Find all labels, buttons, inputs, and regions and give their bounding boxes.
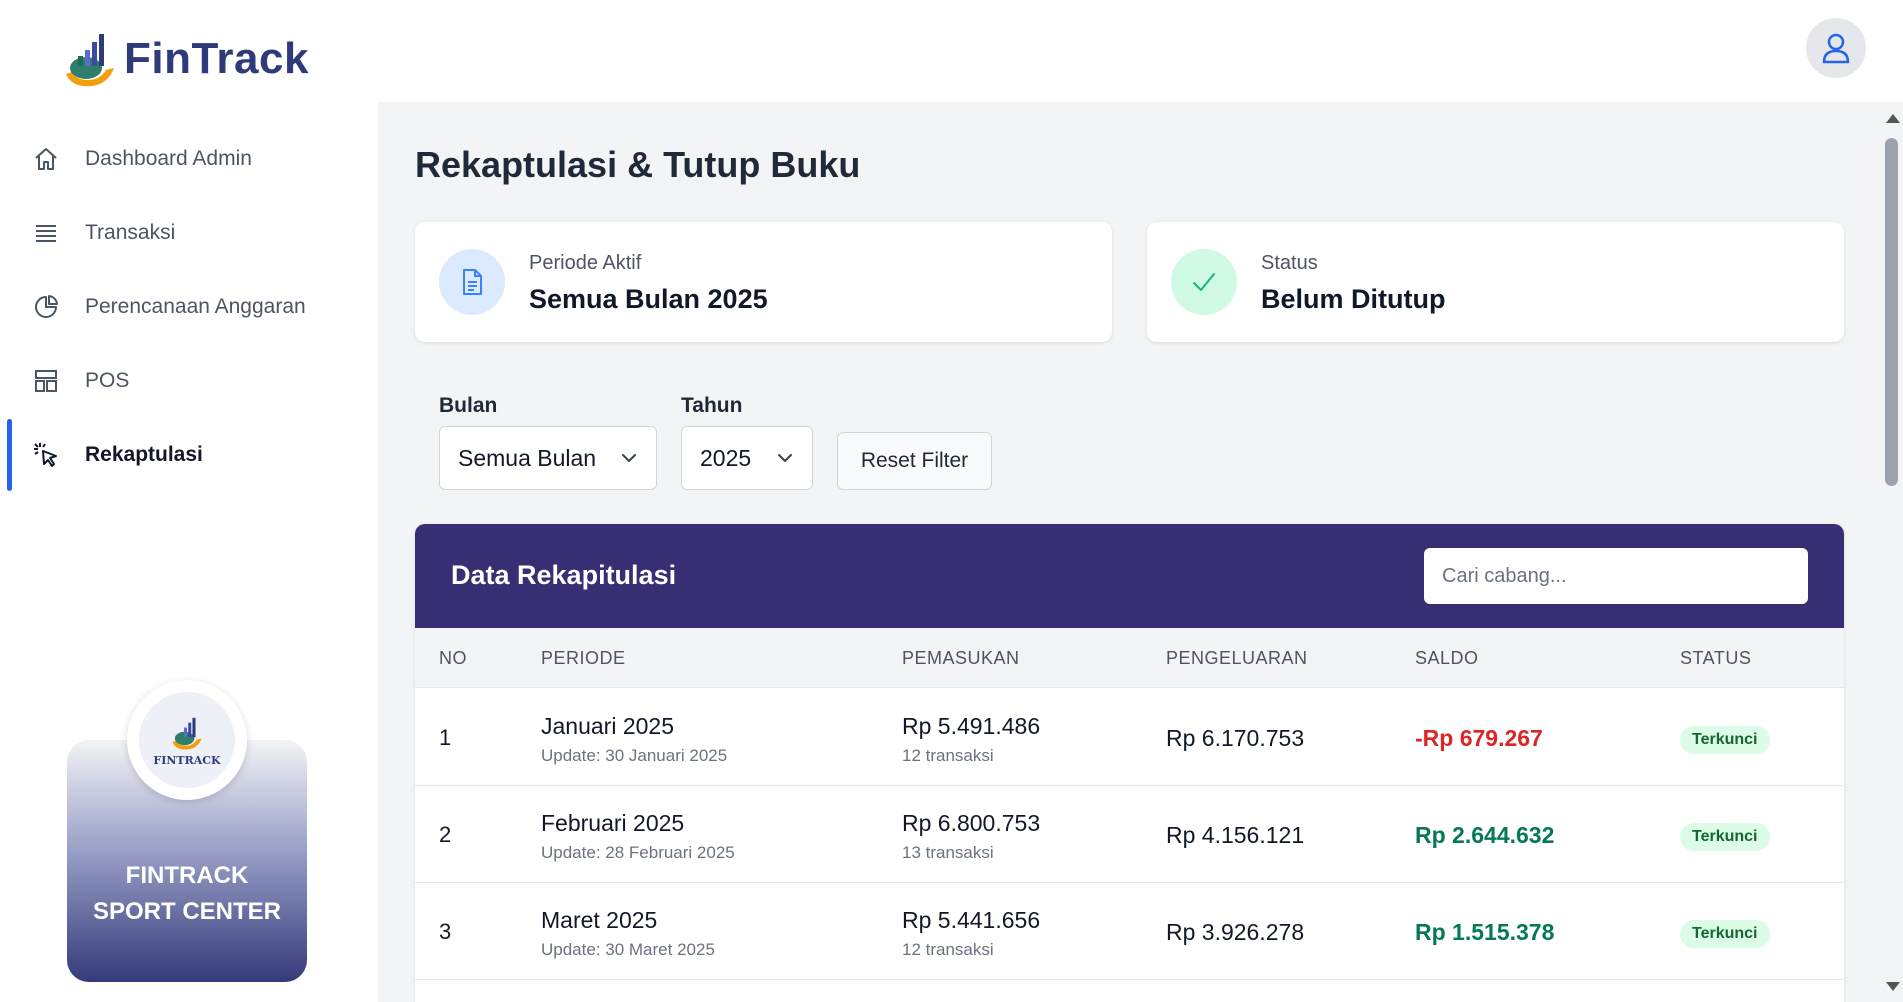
reset-filter-button[interactable]: Reset Filter xyxy=(837,432,992,490)
year-select[interactable]: 2025 xyxy=(681,426,813,490)
period-label: Periode Aktif xyxy=(529,252,642,274)
brand-badge-text: FINTRACK xyxy=(153,753,221,767)
row-income: Rp 6.800.753 xyxy=(902,810,1041,836)
sidebar-item-dashboard-admin[interactable]: Dashboard Admin xyxy=(0,129,378,189)
table-row[interactable]: 1 Januari 2025 Update: 30 Januari 2025 R… xyxy=(415,689,1844,786)
row-period: Maret 2025 xyxy=(541,907,658,933)
brand-logo: FINTRACK xyxy=(139,692,235,788)
row-balance: -Rp 679.267 xyxy=(1415,725,1543,751)
brand-name: FINTRACK SPORT CENTER xyxy=(67,858,307,930)
page-title: Rekaptulasi & Tutup Buku xyxy=(415,144,861,185)
period-value: Semua Bulan 2025 xyxy=(529,284,768,314)
scroll-down-arrow-icon[interactable] xyxy=(1886,982,1900,991)
column-header-saldo: SALDO xyxy=(1415,648,1479,668)
table-row[interactable]: 2 Februari 2025 Update: 28 Februari 2025… xyxy=(415,786,1844,883)
row-update: Update: 28 Februari 2025 xyxy=(541,843,735,862)
brand-badge: FINTRACK xyxy=(127,680,247,800)
app-name: FinTrack xyxy=(124,34,309,83)
month-select-value: Semua Bulan xyxy=(458,444,597,471)
row-update: Update: 30 Maret 2025 xyxy=(541,940,715,959)
month-filter-label: Bulan xyxy=(439,394,498,417)
pie-chart-icon xyxy=(32,293,60,321)
row-income: Rp 5.491.486 xyxy=(902,713,1041,739)
row-update: Update: 30 Januari 2025 xyxy=(541,746,728,765)
row-expense: Rp 6.170.753 xyxy=(1166,725,1305,751)
row-transaction-count: 12 transaksi xyxy=(902,940,994,959)
store-icon xyxy=(32,367,60,395)
column-header-periode: PERIODE xyxy=(541,648,626,668)
table-row[interactable]: 3 Maret 2025 Update: 30 Maret 2025 Rp 5.… xyxy=(415,883,1844,980)
status-label: Status xyxy=(1261,252,1318,274)
month-select[interactable]: Semua Bulan xyxy=(439,426,657,490)
sidebar: Dashboard Admin Transaksi Perencanaan An… xyxy=(0,102,378,1002)
cursor-click-icon xyxy=(32,441,60,469)
sidebar-item-rekaptulasi[interactable]: Rekaptulasi xyxy=(0,419,378,491)
status-badge: Terkunci xyxy=(1680,823,1770,851)
user-avatar-button[interactable] xyxy=(1806,18,1866,78)
row-transaction-count: 13 transaksi xyxy=(902,843,994,862)
sidebar-item-label: Perencanaan Anggaran xyxy=(85,295,306,318)
check-icon xyxy=(1171,249,1237,315)
row-number: 2 xyxy=(439,822,452,847)
column-header-pemasukan: PEMASUKAN xyxy=(902,648,1020,668)
chevron-down-icon xyxy=(622,454,636,462)
table-column-headers: NO PERIODE PEMASUKAN PENGELUARAN SALDO S… xyxy=(415,628,1844,688)
column-header-pengeluaran: PENGELUARAN xyxy=(1166,648,1308,668)
column-header-no: NO xyxy=(439,648,467,668)
user-icon xyxy=(1822,33,1850,64)
sidebar-item-pos[interactable]: POS xyxy=(0,351,378,411)
sidebar-item-label: Rekaptulasi xyxy=(85,443,203,466)
row-balance: Rp 1.515.378 xyxy=(1415,919,1555,945)
period-card: Periode Aktif Semua Bulan 2025 xyxy=(415,222,1112,342)
row-period: Februari 2025 xyxy=(541,810,685,836)
row-balance: Rp 2.644.632 xyxy=(1415,822,1555,848)
document-icon xyxy=(439,249,505,315)
sidebar-item-label: POS xyxy=(85,369,130,392)
row-expense: Rp 4.156.121 xyxy=(1166,822,1305,848)
recap-table-card: Data Rekapitulasi NO PERIODE PEMASUKAN P… xyxy=(415,524,1844,1002)
app-logo[interactable]: FinTrack xyxy=(62,28,309,90)
fintrack-logo-icon xyxy=(62,28,118,90)
main-content: Rekaptulasi & Tutup Buku Periode Aktif S… xyxy=(378,102,1881,1002)
brand-name-line: SPORT CENTER xyxy=(92,898,281,925)
row-income: Rp 5.441.656 xyxy=(902,907,1041,933)
sidebar-item-label: Dashboard Admin xyxy=(85,147,252,170)
table-title: Data Rekapitulasi xyxy=(451,560,677,590)
year-filter-label: Tahun xyxy=(681,394,743,417)
list-icon xyxy=(32,219,60,247)
row-expense: Rp 3.926.278 xyxy=(1166,919,1305,945)
brand-name-line: FINTRACK xyxy=(125,862,249,889)
sidebar-item-transaksi[interactable]: Transaksi xyxy=(0,203,378,263)
page-scrollbar[interactable] xyxy=(1881,102,1903,1002)
table-header-bar: Data Rekapitulasi xyxy=(415,524,1844,628)
sidebar-item-perencanaan-anggaran[interactable]: Perencanaan Anggaran xyxy=(0,277,378,337)
top-bar: FinTrack xyxy=(0,0,1903,102)
scroll-up-arrow-icon[interactable] xyxy=(1886,114,1900,123)
row-number: 1 xyxy=(439,725,452,750)
column-header-status: STATUS xyxy=(1680,648,1752,668)
row-number: 3 xyxy=(439,919,452,944)
status-card: Status Belum Ditutup xyxy=(1147,222,1844,342)
home-icon xyxy=(32,145,60,173)
year-select-value: 2025 xyxy=(700,444,752,471)
status-badge: Terkunci xyxy=(1680,726,1770,754)
row-period: Januari 2025 xyxy=(541,713,674,739)
fintrack-logo-icon xyxy=(172,717,202,750)
status-badge: Terkunci xyxy=(1680,920,1770,948)
sidebar-item-label: Transaksi xyxy=(85,221,176,244)
chevron-down-icon xyxy=(778,454,792,462)
status-value: Belum Ditutup xyxy=(1261,284,1446,314)
branch-search-input[interactable] xyxy=(1424,548,1808,604)
scrollbar-thumb[interactable] xyxy=(1885,138,1898,486)
row-transaction-count: 12 transaksi xyxy=(902,746,994,765)
